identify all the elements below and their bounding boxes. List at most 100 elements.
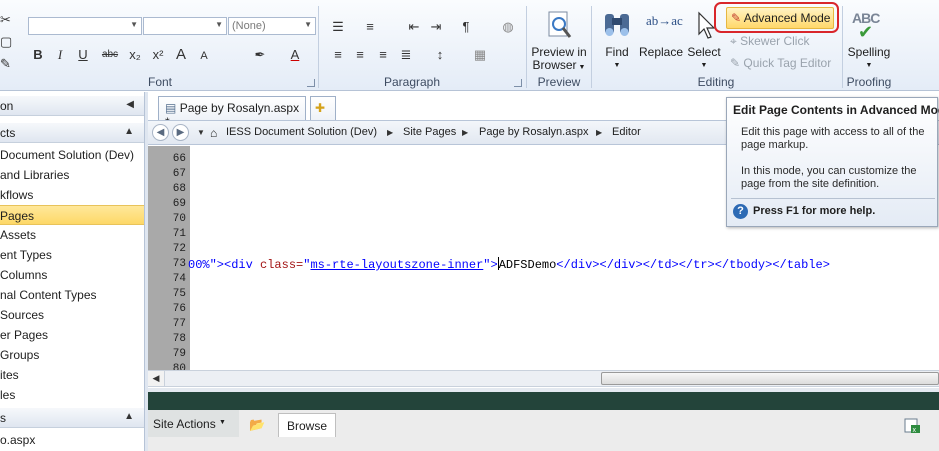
chevron-right-icon[interactable]: ▶ xyxy=(387,128,393,137)
back-arrow-icon[interactable]: ◀ xyxy=(152,124,169,141)
spelling-label: Spelling xyxy=(847,45,891,59)
highlight-color-icon[interactable]: ✒ xyxy=(250,45,270,65)
replace-icon[interactable]: ab→ac xyxy=(646,13,683,29)
bold-button[interactable]: B xyxy=(28,45,48,65)
quick-tag-editor-button[interactable]: ✎ Quick Tag Editor xyxy=(730,56,831,70)
font-size-combo[interactable]: ▼ xyxy=(143,17,227,35)
align-center-icon[interactable]: ≡ xyxy=(350,45,370,65)
nav-item-workflows[interactable]: kflows xyxy=(0,185,144,205)
tab-page-by-rosalyn[interactable]: ▤ Page by Rosalyn.aspx * xyxy=(158,96,306,129)
excel-icon[interactable]: x xyxy=(903,418,921,434)
grow-font-button[interactable]: A xyxy=(171,45,191,65)
align-left-icon[interactable]: ≡ xyxy=(328,45,348,65)
nav-item-lists-and-libraries[interactable]: and Libraries xyxy=(0,165,144,185)
spelling-button[interactable]: Spelling ▼ xyxy=(846,46,892,72)
site-objects-header-label: cts xyxy=(0,126,16,140)
chevron-up-icon[interactable]: ▲ xyxy=(124,126,134,137)
chevron-right-icon[interactable]: ▶ xyxy=(596,128,602,137)
binoculars-icon[interactable] xyxy=(601,10,633,40)
tooltip-title: Edit Page Contents in Advanced Mode xyxy=(733,103,939,117)
breadcrumb-site[interactable]: IESS Document Solution (Dev) xyxy=(226,126,377,138)
nav-item-data-sources[interactable]: Sources xyxy=(0,305,144,325)
site-actions-menu[interactable]: Site Actions ▼ xyxy=(148,410,239,437)
nav-item-site-columns[interactable]: Columns xyxy=(0,265,144,285)
find-button[interactable]: Find ▼ xyxy=(600,46,634,72)
superscript-button[interactable]: x² xyxy=(148,45,168,65)
nav-item-site-pages[interactable]: Pages xyxy=(0,205,144,225)
nav-item-site-assets[interactable]: Assets xyxy=(0,225,144,245)
font-dialog-launcher-icon[interactable] xyxy=(307,79,315,87)
advanced-mode-label: Advanced Mode xyxy=(743,11,831,25)
bullets-icon[interactable]: ☰ xyxy=(328,17,348,37)
history-chevron-icon[interactable]: ▼ xyxy=(197,128,205,137)
cut-icon[interactable]: ✂ xyxy=(0,10,11,30)
code-line-73[interactable]: 00%"><div class="ms-rte-layoutszone-inne… xyxy=(188,257,830,272)
chevron-right-icon[interactable]: ▶ xyxy=(462,128,468,137)
nav-item-all-files[interactable]: les xyxy=(0,385,144,405)
chevron-left-icon[interactable]: ◀ xyxy=(126,99,134,110)
group-separator xyxy=(526,6,527,88)
code-fragment: 00%"> xyxy=(188,258,225,272)
decrease-indent-icon[interactable]: ⇤ xyxy=(404,17,424,37)
skewer-click-button[interactable]: ⌖ Skewer Click xyxy=(730,34,809,49)
code-attribute: class= xyxy=(260,258,304,272)
breadcrumb-site-pages[interactable]: Site Pages xyxy=(403,126,456,138)
strikethrough-button[interactable]: abc xyxy=(98,45,122,65)
chevron-down-icon: ▼ xyxy=(613,62,621,69)
nav-item-external-content-types[interactable]: nal Content Types xyxy=(0,285,144,305)
navigation-header[interactable]: on ◀ xyxy=(0,96,144,116)
line-number: 74 xyxy=(172,273,186,285)
chevron-up-icon[interactable]: ▲ xyxy=(124,411,134,422)
copy-icon[interactable]: ▢ xyxy=(0,32,12,52)
file-item[interactable]: o.aspx xyxy=(0,430,144,450)
italic-button[interactable]: I xyxy=(50,45,70,65)
paragraph-marks-button[interactable]: ¶ xyxy=(456,17,476,37)
line-number: 80 xyxy=(172,363,186,370)
nav-item-subsites[interactable]: ites xyxy=(0,365,144,385)
underline-button[interactable]: U xyxy=(73,45,93,65)
nav-item-site[interactable]: Document Solution (Dev) xyxy=(0,145,144,165)
subscript-button[interactable]: x₂ xyxy=(125,45,145,65)
preview-in-browser-button[interactable]: Preview in Browser ▼ xyxy=(528,46,590,74)
replace-button[interactable]: Replace xyxy=(638,46,684,59)
chevron-down-icon: ▼ xyxy=(219,419,226,426)
font-color-icon[interactable]: A xyxy=(285,45,305,65)
nav-item-content-types[interactable]: ent Types xyxy=(0,245,144,265)
line-spacing-icon[interactable]: ↕ xyxy=(430,45,450,65)
scrollbar-thumb[interactable] xyxy=(601,372,939,385)
line-number: 69 xyxy=(172,198,186,210)
files-header[interactable]: s ▲ xyxy=(0,408,144,428)
font-group-label: Font xyxy=(147,75,172,89)
navigate-up-icon[interactable]: 📂 xyxy=(249,417,265,433)
chevron-down-icon: ▼ xyxy=(700,62,708,69)
new-tab-button[interactable]: ✚ xyxy=(310,96,336,120)
style-combo[interactable]: (None) ▼ xyxy=(228,17,316,35)
preview-in-browser-icon[interactable] xyxy=(546,10,574,42)
format-painter-icon[interactable]: ✎ xyxy=(0,54,11,74)
align-right-icon[interactable]: ≡ xyxy=(373,45,393,65)
group-separator xyxy=(591,6,592,88)
site-objects-header[interactable]: cts ▲ xyxy=(0,123,144,143)
paragraph-dialog-launcher-icon[interactable] xyxy=(514,79,522,87)
increase-indent-icon[interactable]: ⇥ xyxy=(426,17,446,37)
borders-icon[interactable]: ▦ xyxy=(470,45,490,65)
forward-arrow-icon[interactable]: ▶ xyxy=(172,124,189,141)
nav-item-master-pages[interactable]: er Pages xyxy=(0,325,144,345)
nav-item-site-groups[interactable]: Groups xyxy=(0,345,144,365)
advanced-mode-button[interactable]: ✎ Advanced Mode xyxy=(726,7,834,29)
shrink-font-button[interactable]: A xyxy=(194,46,214,66)
breadcrumb-editor[interactable]: Editor xyxy=(612,126,641,138)
scroll-left-icon[interactable]: ◀ xyxy=(148,371,165,386)
justify-icon[interactable]: ≣ xyxy=(396,45,416,65)
code-attribute-value[interactable]: ms-rte-layoutszone-inner xyxy=(310,258,483,272)
breadcrumb-page[interactable]: Page by Rosalyn.aspx xyxy=(479,126,588,138)
preview-label-line2: Browser xyxy=(532,58,577,72)
line-number: 66 xyxy=(172,153,186,165)
font-family-combo[interactable]: ▼ xyxy=(28,17,142,35)
line-number: 70 xyxy=(172,213,186,225)
line-number: 77 xyxy=(172,318,186,330)
styles-icon[interactable]: ◍ xyxy=(498,17,518,37)
select-button[interactable]: Select ▼ xyxy=(686,46,722,72)
tab-browse[interactable]: Browse xyxy=(278,413,336,437)
numbering-icon[interactable]: ≡ xyxy=(360,17,380,37)
